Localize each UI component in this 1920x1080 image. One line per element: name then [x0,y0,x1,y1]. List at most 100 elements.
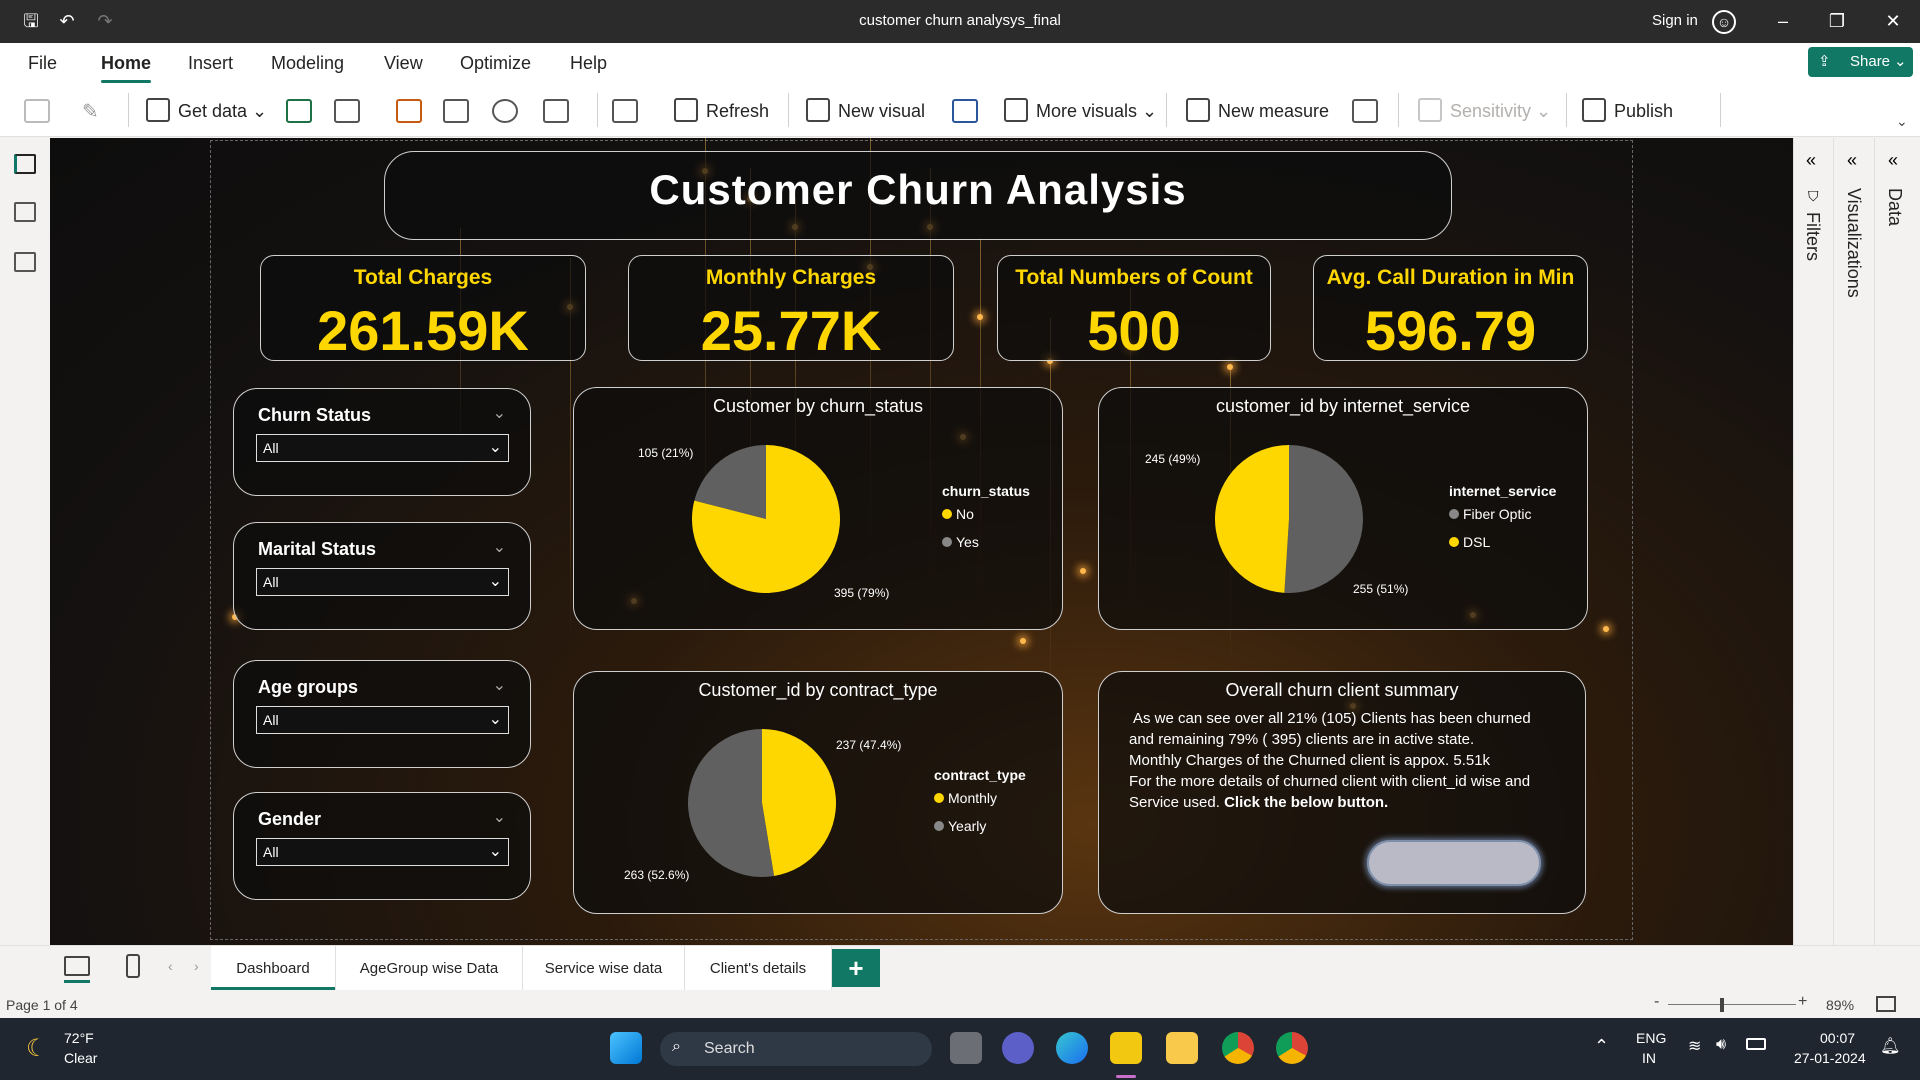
sql-icon[interactable] [443,99,469,123]
tab-agegroup-wise-data[interactable]: AgeGroup wise Data [336,946,523,991]
chrome-icon[interactable] [1222,1032,1254,1064]
quick-measure-icon[interactable] [1352,99,1378,123]
menu-view[interactable]: View [384,53,423,74]
expand-icon[interactable]: « [1888,150,1898,171]
table-view-icon[interactable] [14,202,36,222]
chart-contract-type[interactable]: Customer_id by contract_type contract_ty… [573,671,1063,914]
file-explorer-icon[interactable] [1166,1032,1198,1064]
paste-icon[interactable] [24,99,50,123]
slicer-dropdown[interactable]: All ⌄ [256,568,509,596]
legend-item-dsl[interactable]: DSL [1449,534,1490,550]
restore-icon[interactable]: ❐ [1826,10,1848,32]
account-icon[interactable]: ☺ [1712,10,1736,34]
new-visual-button[interactable]: New visual [806,98,925,122]
expand-icon[interactable]: « [1806,150,1816,171]
tab-dashboard[interactable]: Dashboard [211,946,336,991]
legend-item-no[interactable]: No [942,506,974,522]
menu-help[interactable]: Help [570,53,607,74]
visualizations-pane[interactable]: « Visualizations [1835,138,1875,945]
more-visuals-button[interactable]: More visuals ⌄ [1004,98,1157,122]
menu-home[interactable]: Home [101,53,152,83]
kpi-card-total-charges[interactable]: Total Charges 261.59K [260,255,586,362]
legend-item-yes[interactable]: Yes [942,534,979,550]
kpi-card-total-count[interactable]: Total Numbers of Count 500 [997,255,1271,362]
mobile-layout-icon[interactable] [126,954,140,978]
minimize-icon[interactable]: – [1772,10,1794,32]
slicer-gender[interactable]: Gender ⌄ All ⌄ [233,792,531,900]
share-button[interactable]: ⇪ Share ⌄ [1808,47,1913,77]
chevron-down-icon[interactable]: ⌄ [493,675,506,695]
report-view-icon[interactable] [14,154,36,174]
chevron-down-icon[interactable]: ⌄ [493,537,506,557]
get-data-button[interactable]: Get data ⌄ [146,98,267,122]
chart-internet-service[interactable]: customer_id by internet_service internet… [1098,387,1588,630]
teams-icon[interactable] [1002,1032,1034,1064]
pie-slice-dsl[interactable] [1215,445,1289,593]
tab-service-wise-data[interactable]: Service wise data [523,946,685,991]
zoom-out-button[interactable]: - [1654,993,1659,1011]
windows-start-icon[interactable] [610,1032,642,1064]
legend-item-monthly[interactable]: Monthly [934,790,997,806]
chrome-profile-icon[interactable] [1276,1032,1308,1064]
add-page-button[interactable]: + [832,949,880,987]
weather-temp[interactable]: 72°F [64,1030,94,1046]
taskbar-search[interactable]: ⌕ Search [660,1032,932,1066]
excel-icon[interactable] [286,99,312,123]
refresh-button[interactable]: Refresh [674,98,769,122]
tab-scroll-right-icon[interactable]: › [194,958,199,974]
pie-slice-yearly[interactable] [687,729,775,877]
menu-optimize[interactable]: Optimize [460,53,531,74]
volume-icon[interactable]: 🔊︎ [1716,1036,1726,1054]
slicer-age-groups[interactable]: Age groups ⌄ All ⌄ [233,660,531,768]
sensitivity-button[interactable]: Sensitivity ⌄ [1418,98,1551,122]
collapse-ribbon-icon[interactable]: ⌄ [1896,113,1908,130]
pie-slice-fiber-optic[interactable] [1284,445,1364,593]
onelake-icon[interactable] [334,99,360,123]
format-painter-icon[interactable]: ✎ [82,99,99,124]
text-box-icon[interactable] [952,99,978,123]
zoom-in-button[interactable]: + [1798,993,1807,1011]
menu-file[interactable]: File [28,53,57,74]
battery-icon[interactable] [1746,1038,1766,1050]
slicer-dropdown[interactable]: All ⌄ [256,706,509,734]
chart-churn-status[interactable]: Customer by churn_status churn_status No… [573,387,1063,630]
slicer-dropdown[interactable]: All ⌄ [256,434,509,462]
clock-time[interactable]: 00:07 [1820,1030,1855,1046]
notification-bell-icon[interactable]: 🔔︎ [1880,1036,1900,1056]
model-view-icon[interactable] [14,252,36,272]
zoom-slider-thumb[interactable] [1720,998,1724,1012]
chevron-up-icon[interactable]: ⌃ [1594,1036,1609,1057]
data-pane[interactable]: « Data [1876,138,1916,945]
menu-insert[interactable]: Insert [188,53,233,74]
slicer-marital-status[interactable]: Marital Status ⌄ All ⌄ [233,522,531,630]
power-bi-icon[interactable] [1110,1032,1142,1064]
chevron-down-icon[interactable]: ⌄ [493,807,506,827]
fit-to-page-icon[interactable] [1876,996,1896,1012]
transform-data-icon[interactable] [612,99,638,123]
sign-in-link[interactable]: Sign in [1652,12,1698,29]
expand-icon[interactable]: « [1847,150,1857,171]
legend-item-fiber-optic[interactable]: Fiber Optic [1449,506,1531,522]
publish-button[interactable]: Publish [1582,98,1673,122]
legend-item-yearly[interactable]: Yearly [934,818,986,834]
chevron-down-icon[interactable]: ⌄ [493,403,506,423]
tab-scroll-left-icon[interactable]: ‹ [168,958,173,974]
slicer-dropdown[interactable]: All ⌄ [256,838,509,866]
close-icon[interactable]: ✕ [1882,10,1904,32]
zoom-slider[interactable] [1668,1004,1796,1005]
details-navigation-button[interactable] [1367,840,1541,886]
tab-clients-details[interactable]: Client's details [685,946,832,991]
transform-icon[interactable] [543,99,569,123]
recent-sources-icon[interactable] [492,99,518,123]
task-view-icon[interactable] [950,1032,982,1064]
kpi-card-monthly-charges[interactable]: Monthly Charges 25.77K [628,255,954,362]
wifi-icon[interactable]: ≋ [1688,1036,1701,1056]
dataverse-icon[interactable] [396,99,422,123]
language-top[interactable]: ENG [1636,1030,1666,1046]
edge-icon[interactable] [1056,1032,1088,1064]
kpi-card-avg-call-duration[interactable]: Avg. Call Duration in Min 596.79 [1313,255,1588,362]
filters-pane[interactable]: « ⛉ Filters [1794,138,1834,945]
menu-modeling[interactable]: Modeling [271,53,344,74]
new-measure-button[interactable]: New measure [1186,98,1329,122]
desktop-layout-icon[interactable] [64,956,90,976]
